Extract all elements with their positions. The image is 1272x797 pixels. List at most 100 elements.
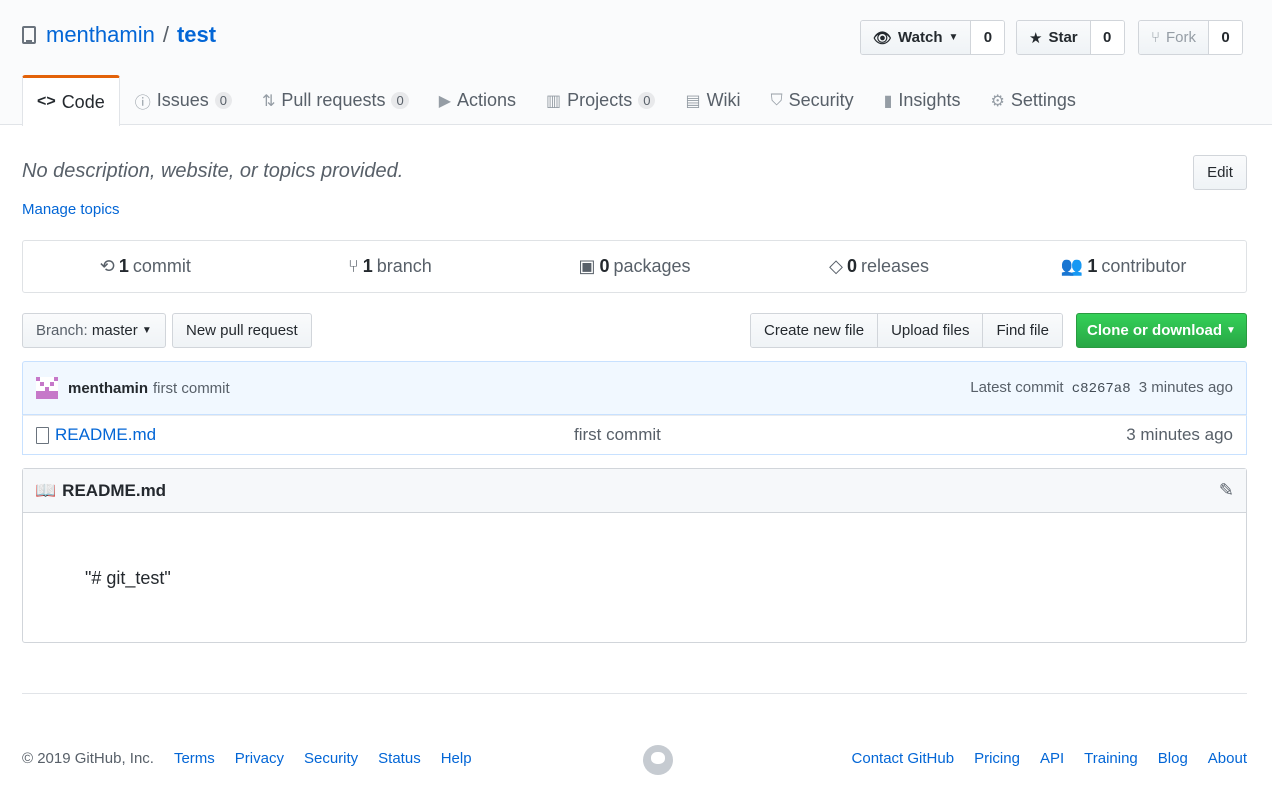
- fork-button[interactable]: ⑂ Fork: [1139, 21, 1210, 54]
- footer-link-help[interactable]: Help: [441, 750, 472, 767]
- manage-topics-link[interactable]: Manage topics: [22, 201, 120, 218]
- watch-button[interactable]: 👁 Watch ▼: [861, 21, 972, 54]
- contributors-count: 1: [1087, 256, 1098, 276]
- tab-pull-requests[interactable]: ⇅ Pull requests 0: [247, 75, 424, 125]
- project-icon: ▥: [546, 92, 562, 110]
- clone-or-download-button[interactable]: Clone or download ▼: [1076, 313, 1247, 348]
- new-pull-request-button[interactable]: New pull request: [172, 313, 312, 348]
- book-icon: 📖: [35, 480, 57, 500]
- footer-right-links: Contact GitHub Pricing API Training Blog…: [852, 750, 1247, 767]
- watch-group: 👁 Watch ▼ 0: [860, 20, 1006, 55]
- branches-summary[interactable]: ⑂ 1 branch: [268, 241, 513, 292]
- commits-count: 1: [118, 256, 129, 276]
- tab-security[interactable]: ⛉ Security: [756, 75, 869, 125]
- package-icon: ▣: [578, 256, 596, 276]
- tab-wiki[interactable]: ▤ Wiki: [670, 75, 755, 125]
- repo-icon: [22, 26, 36, 44]
- create-new-file-button[interactable]: Create new file: [751, 314, 879, 347]
- file-name-cell: README.md: [36, 425, 574, 445]
- people-icon: 👥: [1060, 256, 1084, 276]
- tab-wiki-label: Wiki: [706, 90, 741, 110]
- footer-link-status[interactable]: Status: [378, 750, 421, 767]
- packages-count: 0: [599, 256, 610, 276]
- watch-count[interactable]: 0: [971, 21, 1005, 54]
- tab-code[interactable]: <> Code: [22, 75, 120, 126]
- repo-description: No description, website, or topics provi…: [22, 160, 404, 182]
- clone-label: Clone or download: [1087, 322, 1223, 339]
- star-label: Star: [1048, 29, 1078, 46]
- shield-icon: ⛉: [770, 91, 783, 109]
- fork-icon: ⑂: [1151, 29, 1161, 46]
- branch-select-button[interactable]: Branch: master ▼: [22, 313, 166, 348]
- star-button[interactable]: ★ Star: [1017, 21, 1091, 54]
- repo-separator: /: [162, 22, 169, 47]
- repo-nav-tabs: <> Code ⓘ Issues 0 ⇅ Pull requests 0 ▶ A…: [22, 75, 1091, 126]
- latest-commit-prefix: Latest commit: [970, 379, 1064, 396]
- commit-sha-link[interactable]: c8267a8: [1072, 381, 1131, 397]
- branch-name: master: [91, 322, 138, 339]
- footer-link-training[interactable]: Training: [1084, 750, 1138, 767]
- tab-settings-label: Settings: [1010, 90, 1076, 110]
- tab-security-label: Security: [788, 90, 854, 110]
- repo-name-link[interactable]: test: [177, 22, 216, 48]
- footer-link-terms[interactable]: Terms: [174, 750, 215, 767]
- tab-actions[interactable]: ▶ Actions: [424, 75, 531, 125]
- packages-summary[interactable]: ▣ 0 packages: [512, 241, 757, 292]
- caret-down-icon: ▼: [1226, 325, 1236, 336]
- footer-copyright: © 2019 GitHub, Inc.: [22, 749, 154, 767]
- footer-link-contact[interactable]: Contact GitHub: [852, 750, 955, 767]
- commits-summary[interactable]: ⟲ 1 commit: [23, 241, 268, 292]
- footer: © 2019 GitHub, Inc. Terms Privacy Securi…: [22, 747, 1247, 769]
- file-commit-message-link[interactable]: first commit: [574, 425, 661, 445]
- tab-settings[interactable]: ⚙ Settings: [975, 75, 1090, 125]
- readme-content: "# git_test": [85, 568, 171, 588]
- edit-button[interactable]: Edit: [1193, 155, 1247, 190]
- eye-icon: 👁: [873, 29, 893, 47]
- footer-link-security[interactable]: Security: [304, 750, 358, 767]
- tab-issues[interactable]: ⓘ Issues 0: [120, 75, 247, 125]
- tab-projects-count: 0: [638, 92, 656, 109]
- file-link[interactable]: README.md: [55, 425, 156, 445]
- footer-link-privacy[interactable]: Privacy: [235, 750, 284, 767]
- branch-icon: ⑂: [347, 256, 359, 276]
- avatar[interactable]: [36, 377, 58, 399]
- find-file-button[interactable]: Find file: [983, 314, 1062, 347]
- branch-prefix: Branch:: [36, 322, 88, 339]
- tab-pull-requests-label: Pull requests: [281, 90, 386, 110]
- table-row: README.md first commit 3 minutes ago: [22, 415, 1247, 455]
- play-icon: ▶: [438, 92, 452, 110]
- releases-summary[interactable]: ◇ 0 releases: [757, 241, 1002, 292]
- tab-code-label: Code: [61, 91, 105, 112]
- repo-title: menthamin / test: [22, 22, 216, 48]
- footer-link-blog[interactable]: Blog: [1158, 750, 1188, 767]
- contributors-summary[interactable]: 👥 1 contributor: [1001, 241, 1246, 292]
- footer-link-api[interactable]: API: [1040, 750, 1064, 767]
- tab-projects-label: Projects: [567, 90, 633, 110]
- branches-label: branch: [376, 256, 432, 276]
- caret-down-icon: ▼: [141, 325, 152, 336]
- readme-header: 📖 README.md ✎: [23, 469, 1246, 513]
- commit-author-link[interactable]: menthamin: [68, 380, 148, 397]
- latest-commit-info: Latest commit c8267a8 3 minutes ago: [970, 379, 1233, 397]
- branches-count: 1: [362, 256, 373, 276]
- commit-message-link[interactable]: first commit: [153, 380, 230, 397]
- commits-label: commit: [132, 256, 191, 276]
- readme-title: README.md: [62, 480, 167, 500]
- tab-insights[interactable]: ▮ Insights: [869, 75, 976, 125]
- caret-down-icon: ▼: [948, 32, 959, 43]
- repo-owner-link[interactable]: menthamin: [46, 22, 155, 48]
- contributors-label: contributor: [1101, 256, 1187, 276]
- tab-projects[interactable]: ▥ Projects 0: [531, 75, 670, 125]
- star-group: ★ Star 0: [1016, 20, 1125, 55]
- footer-link-pricing[interactable]: Pricing: [974, 750, 1020, 767]
- footer-link-about[interactable]: About: [1208, 750, 1247, 767]
- star-count[interactable]: 0: [1090, 21, 1124, 54]
- latest-commit-bar: menthamin first commit Latest commit c82…: [22, 361, 1247, 415]
- fork-count[interactable]: 0: [1209, 21, 1243, 54]
- numbers-summary: ⟲ 1 commit ⑂ 1 branch ▣ 0 packages ◇ 0 r…: [22, 240, 1247, 293]
- pull-request-icon: ⇅: [262, 92, 276, 110]
- upload-files-button[interactable]: Upload files: [878, 314, 984, 347]
- pencil-icon[interactable]: ✎: [1219, 480, 1234, 501]
- readme-box: 📖 README.md ✎ "# git_test": [22, 468, 1247, 643]
- latest-commit-age: 3 minutes ago: [1138, 379, 1233, 396]
